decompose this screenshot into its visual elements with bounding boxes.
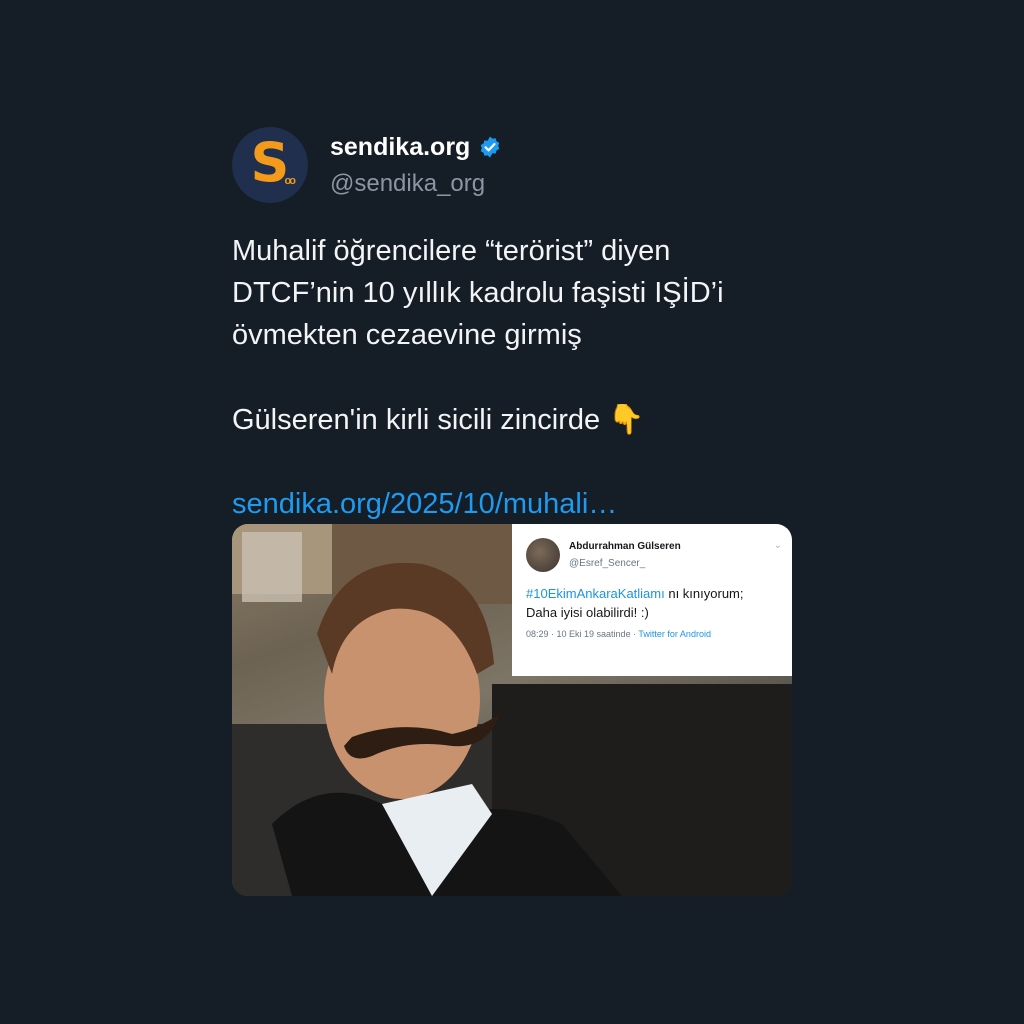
tweet-header: S oo sendika.org @sendika_org — [232, 126, 792, 204]
pointing-down-emoji-icon: 👇 — [608, 402, 645, 436]
embedded-timestamp: 08:29 · 10 Eki 19 saatinde · — [526, 629, 639, 639]
tweet-text-line-3: övmekten cezaevine girmiş — [232, 319, 582, 351]
embedded-tweet-text: #10EkimAnkaraKatliamı nı kınıyorum; Daha… — [512, 584, 792, 622]
tweet-link[interactable]: sendika.org/2025/10/muhali… — [232, 483, 792, 525]
user-handle[interactable]: @sendika_org — [330, 170, 502, 198]
tweet-card: S oo sendika.org @sendika_org Muhalif öğ… — [232, 126, 792, 525]
embedded-source: Twitter for Android — [638, 629, 711, 639]
embedded-tweet-meta: 08:29 · 10 Eki 19 saatinde · Twitter for… — [512, 629, 792, 639]
display-name[interactable]: sendika.org — [330, 133, 470, 162]
name-row: sendika.org — [330, 133, 502, 162]
tweet-text-line-1: Muhalif öğrencilere “terörist” diyen — [232, 235, 671, 267]
embedded-handle: @Esref_Sencer_ — [569, 558, 646, 569]
embedded-display-name: Abdurrahman Gülseren — [569, 541, 681, 552]
embedded-avatar — [526, 538, 560, 572]
avatar[interactable]: S oo — [232, 127, 308, 203]
embedded-text-line-2: Daha iyisi olabilirdi! :) — [526, 605, 649, 620]
tweet-text-line-2: DTCF’nin 10 yıllık kadrolu faşisti IŞİD’… — [232, 277, 724, 309]
embedded-tweet-header: Abdurrahman Gülseren @Esref_Sencer_ — [512, 524, 792, 572]
chevron-down-icon: ⌄ — [773, 540, 782, 551]
tweet-text-paragraph-2-text: Gülseren'in kirli sicili zincirde — [232, 404, 601, 436]
tweet-text-paragraph-2: Gülseren'in kirli sicili zincirde 👇 — [232, 398, 792, 441]
tweet-media-image[interactable]: Abdurrahman Gülseren @Esref_Sencer_ ⌄ #1… — [232, 524, 792, 896]
embedded-author-names: Abdurrahman Gülseren @Esref_Sencer_ — [569, 541, 681, 569]
avatar-logo-dots: oo — [284, 175, 297, 187]
tweet-text: Muhalif öğrencilere “terörist” diyen DTC… — [232, 230, 792, 441]
embedded-tweet-screenshot: Abdurrahman Gülseren @Esref_Sencer_ ⌄ #1… — [512, 524, 792, 676]
author-names: sendika.org @sendika_org — [330, 133, 502, 198]
embedded-hashtag: #10EkimAnkaraKatliamı — [526, 586, 665, 601]
verified-badge-icon — [478, 135, 502, 159]
embedded-text-rest: nı kınıyorum; — [664, 586, 744, 601]
